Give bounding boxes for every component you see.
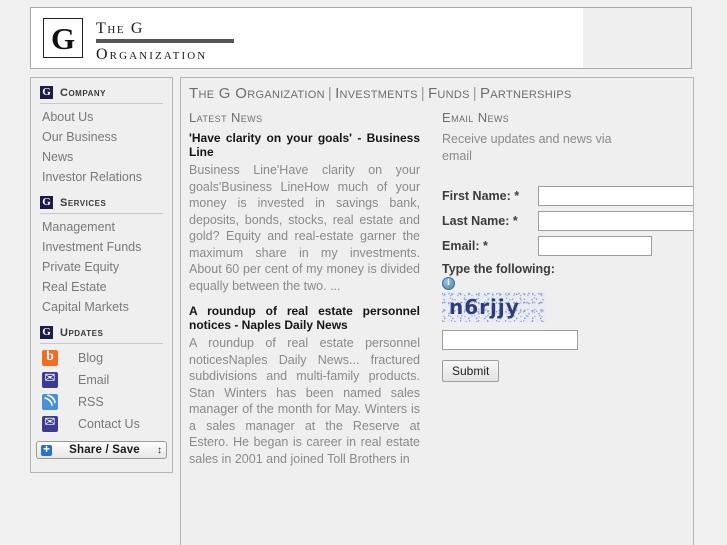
- captcha-label: Type the following:: [442, 262, 555, 276]
- sidebar-heading-updates: G Updates: [40, 326, 163, 344]
- top-navigation: The G Organization | Investments | Funds | Par…: [181, 78, 693, 102]
- sidebar-item-our-business[interactable]: Our Business: [40, 127, 163, 147]
- site-logo[interactable]: G The G Organization: [43, 18, 234, 64]
- g-badge-icon: G: [40, 326, 53, 339]
- first-name-field[interactable]: [538, 186, 693, 206]
- sidebar-group-services: G Services Management Investment Funds P…: [31, 196, 172, 317]
- updown-caret-icon: ↕: [157, 444, 162, 456]
- email-news-heading: Email News: [442, 110, 510, 125]
- logo-divider-rule: [96, 39, 234, 43]
- nav-separator: |: [327, 85, 333, 102]
- envelope-icon: [42, 370, 58, 388]
- last-name-label: Last Name: *: [442, 214, 518, 228]
- news-article: 'Have clarity on your goals' - Business …: [189, 131, 420, 294]
- first-name-row: First Name: *: [442, 186, 693, 206]
- email-news-column: Email News Receive updates and news via …: [428, 110, 693, 477]
- logo-line-2: Organization: [96, 46, 208, 63]
- nav-item-funds[interactable]: Funds: [428, 85, 470, 102]
- content-panel: The G Organization | Investments | Funds | Par…: [180, 77, 694, 545]
- news-article-body: A roundup of real estate personnel notic…: [189, 336, 420, 466]
- nav-item-the-g-organization[interactable]: The G Organization: [189, 85, 325, 102]
- sidebar-group-company: G Company About Us Our Business News Inv…: [31, 86, 172, 187]
- sidebar-item-about-us[interactable]: About Us: [40, 107, 163, 127]
- email-news-subtitle: Receive updates and news via email: [442, 132, 612, 163]
- plus-icon: [41, 442, 52, 456]
- sidebar: G Company About Us Our Business News Inv…: [30, 77, 173, 473]
- sidebar-item-real-estate[interactable]: Real Estate: [40, 277, 163, 297]
- submit-button[interactable]: Submit: [442, 360, 500, 382]
- captcha-text: n6rjjy: [449, 295, 520, 319]
- sidebar-item-investment-funds[interactable]: Investment Funds: [40, 237, 163, 257]
- sidebar-item-news[interactable]: News: [40, 147, 163, 167]
- last-name-field[interactable]: [538, 211, 693, 231]
- sidebar-item-blog[interactable]: Blog: [40, 347, 163, 369]
- logo-line-1: The G: [96, 20, 144, 37]
- sidebar-item-capital-markets[interactable]: Capital Markets: [40, 297, 163, 317]
- blogger-icon: [42, 349, 58, 366]
- news-article-body: Business Line'Have clarity on your goals…: [189, 163, 420, 293]
- sidebar-item-investor-relations[interactable]: Investor Relations: [40, 167, 163, 187]
- sidebar-item-label[interactable]: Email: [78, 373, 109, 387]
- envelope-icon: [42, 414, 58, 432]
- latest-news-column: Latest News 'Have clarity on your goals'…: [181, 110, 428, 477]
- g-badge-icon: G: [40, 196, 53, 209]
- news-article-title[interactable]: 'Have clarity on your goals' - Business …: [189, 131, 420, 159]
- email-row: Email: *: [442, 236, 693, 256]
- sidebar-heading-services: G Services: [40, 196, 163, 214]
- sidebar-heading-label: Company: [60, 86, 106, 99]
- sidebar-group-updates: G Updates Blog Email RSS Contact Us: [31, 326, 172, 435]
- first-name-label: First Name: *: [442, 189, 520, 203]
- sidebar-item-rss[interactable]: RSS: [40, 391, 163, 413]
- sidebar-heading-company: G Company: [40, 86, 163, 104]
- g-badge-icon: G: [40, 86, 53, 99]
- rss-icon: [42, 394, 58, 410]
- site-header: G The G Organization: [30, 7, 692, 69]
- nav-item-investments[interactable]: Investments: [335, 85, 418, 102]
- page-root: G The G Organization G Company About Us …: [0, 0, 727, 545]
- captcha-input[interactable]: [442, 330, 578, 350]
- share-save-label: Share / Save: [69, 444, 140, 456]
- logo-mark-g: G: [43, 18, 83, 58]
- email-field[interactable]: [538, 236, 652, 256]
- sidebar-heading-label: Updates: [60, 326, 104, 339]
- sidebar-item-label[interactable]: Blog: [78, 351, 103, 365]
- share-save-button[interactable]: Share / Save ↕: [36, 441, 167, 459]
- news-article-title[interactable]: A roundup of real estate personnel notic…: [189, 304, 420, 332]
- sidebar-item-label[interactable]: Contact Us: [78, 417, 140, 431]
- nav-item-partnerships[interactable]: Partnerships: [480, 85, 572, 102]
- content-columns: Latest News 'Have clarity on your goals'…: [181, 102, 693, 477]
- sidebar-item-label[interactable]: RSS: [78, 395, 104, 409]
- last-name-row: Last Name: *: [442, 211, 693, 231]
- captcha-image: n6rjjy: [442, 292, 547, 322]
- nav-separator: |: [420, 85, 425, 102]
- sidebar-item-contact-us[interactable]: Contact Us: [40, 413, 163, 435]
- logo-wordmark: The G Organization: [96, 18, 234, 64]
- sidebar-item-management[interactable]: Management: [40, 217, 163, 237]
- sidebar-item-email[interactable]: Email: [40, 369, 163, 391]
- news-article: A roundup of real estate personnel notic…: [189, 304, 420, 467]
- sidebar-heading-label: Services: [60, 196, 107, 209]
- nav-separator: |: [472, 85, 477, 102]
- info-icon[interactable]: [442, 276, 455, 290]
- email-label: Email: *: [442, 239, 488, 253]
- sidebar-item-private-equity[interactable]: Private Equity: [40, 257, 163, 277]
- latest-news-heading: Latest News: [189, 110, 263, 125]
